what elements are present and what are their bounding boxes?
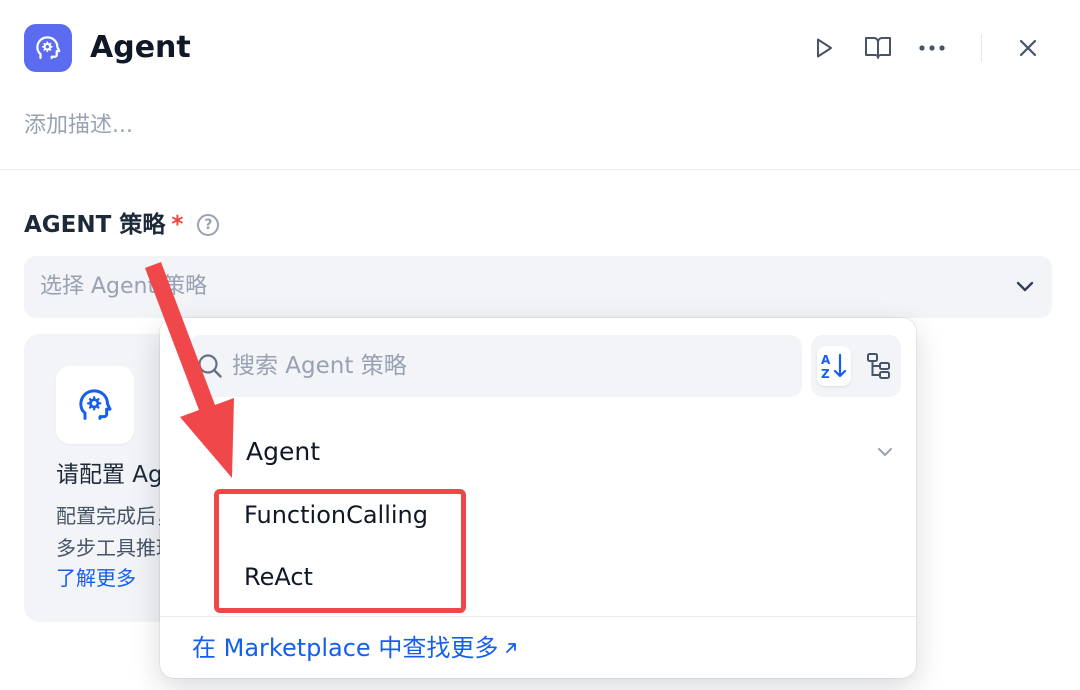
agent-strategy-select-placeholder: 选择 Agent 策略 [40, 274, 208, 299]
agent-brain-icon [36, 36, 61, 60]
strategy-search-input[interactable] [232, 335, 792, 397]
marketplace-link-text: 在 Marketplace 中查找更多 [192, 634, 499, 662]
svg-text:A: A [821, 353, 831, 367]
view-toggle-group: A Z [811, 335, 901, 397]
agent-strategy-select[interactable]: 选择 Agent 策略 [24, 256, 1052, 318]
svg-text:Z: Z [821, 367, 830, 381]
node-title: Agent [90, 30, 191, 65]
docs-button[interactable] [860, 30, 896, 66]
card-agent-icon-box [56, 366, 134, 444]
run-button[interactable] [806, 30, 842, 66]
header-divider [981, 34, 982, 62]
tree-structure-icon [866, 353, 890, 379]
provider-group-agent[interactable]: Agent [246, 434, 320, 470]
chevron-down-icon [1012, 274, 1038, 300]
agent-app-icon [24, 24, 72, 72]
header-divider-line [0, 169, 1080, 170]
learn-more-link[interactable]: 了解更多 [56, 562, 136, 594]
help-icon[interactable]: ? [197, 214, 220, 236]
agent-brain-icon [79, 389, 112, 420]
chevron-down-icon[interactable] [873, 440, 897, 464]
description-input[interactable]: 添加描述... [24, 110, 133, 142]
search-icon [198, 354, 222, 378]
strategy-search-box[interactable] [188, 335, 802, 397]
agent-strategy-label-text: AGENT 策略 [24, 212, 166, 238]
close-button[interactable] [1010, 30, 1046, 66]
dropdown-footer-divider [160, 616, 916, 617]
external-arrow-icon [506, 643, 517, 653]
tree-view-button[interactable] [862, 346, 896, 386]
play-icon [817, 38, 832, 58]
agent-strategy-label: AGENT 策略 * ? [24, 208, 220, 242]
required-mark: * [171, 212, 184, 238]
sort-alpha-icon: A Z [821, 353, 846, 381]
more-horizontal-icon [919, 45, 945, 51]
sort-az-button[interactable]: A Z [816, 346, 851, 386]
marketplace-link[interactable]: 在 Marketplace 中查找更多 [192, 630, 518, 666]
annotation-highlight-box [214, 489, 466, 613]
close-icon [1019, 39, 1037, 57]
book-icon [865, 37, 891, 59]
more-button[interactable] [914, 30, 950, 66]
